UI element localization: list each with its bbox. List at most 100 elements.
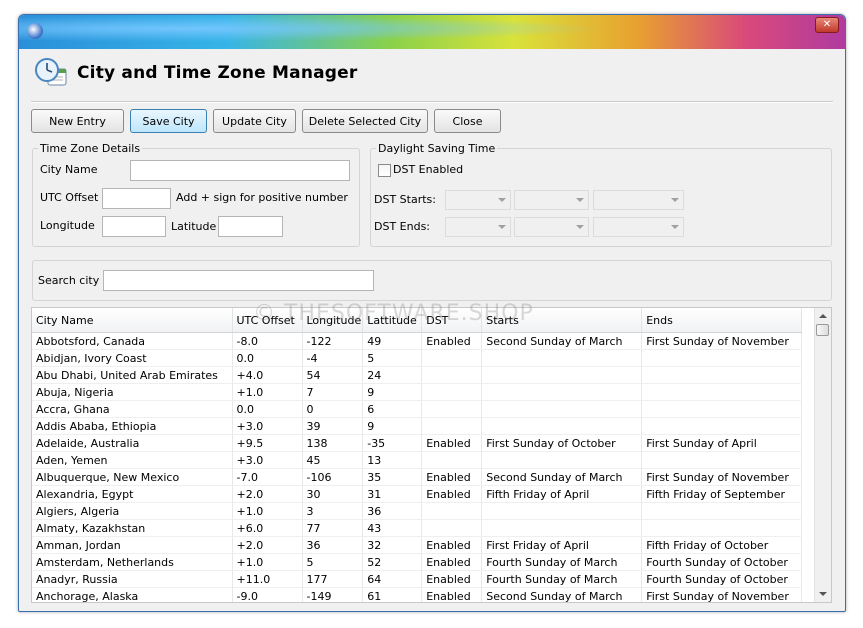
- dst-ends-month-select[interactable]: [593, 217, 684, 237]
- table-row[interactable]: Abu Dhabi, United Arab Emirates +4.0 54 24: [32, 366, 803, 384]
- close-button[interactable]: Close: [434, 109, 501, 133]
- table-cell: [481, 451, 643, 469]
- column-header[interactable]: UTC Offset: [232, 308, 303, 333]
- column-header[interactable]: DST: [421, 308, 483, 333]
- table-row[interactable]: Abuja, Nigeria +1.0 7 9: [32, 383, 803, 401]
- table-row[interactable]: Adelaide, Australia +9.5 138 -35 Enabled Firs…: [32, 434, 803, 452]
- chevron-down-icon: [576, 198, 584, 202]
- column-header[interactable]: Ends: [641, 308, 803, 333]
- table-cell: 7: [302, 383, 364, 401]
- table-row[interactable]: Amman, Jordan +2.0 36 32 Enabled First Friday…: [32, 536, 803, 554]
- longitude-input[interactable]: [102, 216, 166, 237]
- dst-starts-week-select[interactable]: [445, 190, 511, 210]
- group-title: Daylight Saving Time: [376, 142, 498, 155]
- table-cell: 32: [362, 536, 423, 554]
- table-cell: Fifth Friday of April: [481, 485, 643, 503]
- save-city-button[interactable]: Save City: [130, 109, 207, 133]
- table-cell: Enabled: [421, 332, 483, 350]
- table-cell: [421, 366, 483, 384]
- table-cell: +3.0: [232, 417, 303, 435]
- table-cell: First Sunday of November: [641, 468, 803, 486]
- new-entry-button[interactable]: New Entry: [31, 109, 124, 133]
- table-cell: Alexandria, Egypt: [32, 485, 233, 503]
- column-header[interactable]: Starts: [481, 308, 643, 333]
- window-close-button[interactable]: ✕: [815, 17, 839, 33]
- table-cell: -106: [302, 468, 364, 486]
- table-cell: First Sunday of November: [641, 332, 803, 350]
- table-cell: 6: [362, 400, 423, 418]
- vertical-scrollbar[interactable]: [814, 308, 831, 602]
- table-row[interactable]: Albuquerque, New Mexico -7.0 -106 35 Enabled…: [32, 468, 803, 486]
- table-row[interactable]: Almaty, Kazakhstan +6.0 77 43: [32, 519, 803, 537]
- table-row[interactable]: Alexandria, Egypt +2.0 30 31 Enabled Fifth Fr…: [32, 485, 803, 503]
- column-header[interactable]: Longitude: [302, 308, 364, 333]
- table-cell: [641, 502, 803, 520]
- table-cell: Fifth Friday of October: [641, 536, 803, 554]
- header-divider: [31, 101, 833, 103]
- table-cell: 0.0: [232, 349, 303, 367]
- dst-starts-day-select[interactable]: [514, 190, 589, 210]
- dst-ends-week-select[interactable]: [445, 217, 511, 237]
- dst-enabled-checkbox[interactable]: [378, 164, 391, 177]
- table-cell: 54: [302, 366, 364, 384]
- table-cell: +2.0: [232, 536, 303, 554]
- table-cell: [481, 349, 643, 367]
- dst-starts-month-select[interactable]: [593, 190, 684, 210]
- table-cell: Anchorage, Alaska: [32, 587, 233, 602]
- table-cell: 5: [362, 349, 423, 367]
- table-cell: [481, 383, 643, 401]
- delete-city-button[interactable]: Delete Selected City: [302, 109, 428, 133]
- utc-offset-hint: Add + sign for positive number: [176, 191, 348, 204]
- table-cell: [641, 400, 803, 418]
- table-cell: 9: [362, 417, 423, 435]
- scroll-down-icon[interactable]: [819, 592, 827, 596]
- table-row[interactable]: Aden, Yemen +3.0 45 13: [32, 451, 803, 469]
- scroll-up-icon[interactable]: [819, 314, 827, 318]
- update-city-button[interactable]: Update City: [213, 109, 296, 133]
- dst-starts-label: DST Starts:: [374, 193, 436, 206]
- utc-offset-input[interactable]: [102, 188, 171, 209]
- table-cell: 45: [302, 451, 364, 469]
- table-cell: 13: [362, 451, 423, 469]
- table-row[interactable]: Abidjan, Ivory Coast 0.0 -4 5: [32, 349, 803, 367]
- group-title: Time Zone Details: [38, 142, 143, 155]
- table-cell: +9.5: [232, 434, 303, 452]
- page-title: City and Time Zone Manager: [77, 63, 358, 83]
- table-cell: Addis Ababa, Ethiopia: [32, 417, 233, 435]
- table-cell: 138: [302, 434, 364, 452]
- table-row[interactable]: Abbotsford, Canada -8.0 -122 49 Enabled Secon…: [32, 332, 803, 350]
- table-cell: Aden, Yemen: [32, 451, 233, 469]
- latitude-input[interactable]: [218, 216, 283, 237]
- table-cell: +1.0: [232, 553, 303, 571]
- scroll-thumb[interactable]: [816, 324, 829, 336]
- search-city-input[interactable]: [103, 270, 374, 291]
- column-header[interactable]: City Name: [32, 308, 233, 333]
- table-row[interactable]: Anchorage, Alaska -9.0 -149 61 Enabled Second…: [32, 587, 803, 602]
- table-cell: Amsterdam, Netherlands: [32, 553, 233, 571]
- table-cell: 36: [362, 502, 423, 520]
- app-icon: [27, 23, 43, 39]
- table-cell: First Sunday of October: [481, 434, 643, 452]
- table-cell: [421, 451, 483, 469]
- table-cell: Fourth Sunday of March: [481, 553, 643, 571]
- chevron-down-icon: [576, 225, 584, 229]
- table-row[interactable]: Addis Ababa, Ethiopia +3.0 39 9: [32, 417, 803, 435]
- dst-ends-day-select[interactable]: [514, 217, 589, 237]
- city-name-input[interactable]: [130, 160, 350, 181]
- daylight-saving-group: Daylight Saving Time DST Enabled DST Sta…: [370, 142, 832, 247]
- table-cell: +1.0: [232, 383, 303, 401]
- table-row[interactable]: Algiers, Algeria +1.0 3 36: [32, 502, 803, 520]
- table-cell: Enabled: [421, 587, 483, 602]
- column-header[interactable]: Lattitude: [362, 308, 423, 333]
- table-cell: -8.0: [232, 332, 303, 350]
- table-cell: [481, 400, 643, 418]
- table-cell: Abbotsford, Canada: [32, 332, 233, 350]
- table-cell: +11.0: [232, 570, 303, 588]
- table-cell: Amman, Jordan: [32, 536, 233, 554]
- table-row[interactable]: Amsterdam, Netherlands +1.0 5 52 Enabled Four…: [32, 553, 803, 571]
- table-row[interactable]: Accra, Ghana 0.0 0 6: [32, 400, 803, 418]
- table-row[interactable]: Anadyr, Russia +11.0 177 64 Enabled Fourth Su…: [32, 570, 803, 588]
- table-cell: 24: [362, 366, 423, 384]
- table-cell: +3.0: [232, 451, 303, 469]
- table-cell: Algiers, Algeria: [32, 502, 233, 520]
